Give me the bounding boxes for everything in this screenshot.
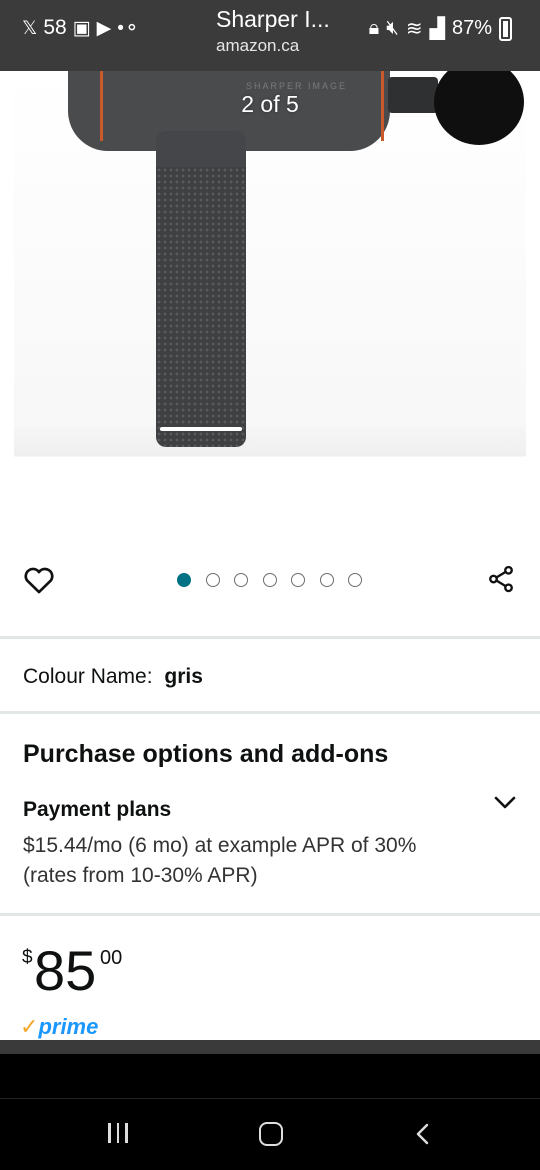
massage-gun-handle bbox=[156, 167, 246, 447]
image-counter: 2 of 5 bbox=[241, 91, 299, 117]
lock-icon: 🔒︎ bbox=[368, 17, 380, 39]
carousel-dot[interactable] bbox=[291, 573, 305, 587]
divider bbox=[0, 636, 540, 639]
heart-icon[interactable] bbox=[22, 563, 56, 597]
carousel-dot[interactable] bbox=[348, 573, 362, 587]
status-left: 𝕏 58 ▣ ▶ •⚬ bbox=[22, 16, 140, 40]
gallery-controls bbox=[0, 561, 540, 605]
wifi-icon: ≋ bbox=[405, 18, 423, 40]
colour-value: gris bbox=[164, 665, 203, 688]
payment-plans-description: $15.44/mo (6 mo) at example APR of 30% (… bbox=[23, 834, 417, 887]
carousel-dot[interactable] bbox=[319, 573, 334, 587]
carousel-dot[interactable] bbox=[234, 573, 248, 587]
price-symbol: $ bbox=[22, 947, 33, 968]
product-image[interactable]: SHARPER IMAGE 2 of 5 bbox=[0, 71, 540, 531]
status-title-block[interactable]: Sharper I... amazon.ca bbox=[216, 6, 330, 56]
price-whole: 85 bbox=[34, 939, 97, 1002]
carousel-dot[interactable] bbox=[177, 573, 191, 587]
signal-icon: ▟ bbox=[429, 18, 445, 40]
home-icon[interactable] bbox=[259, 1122, 283, 1146]
colour-selector[interactable]: Colour Name: gris bbox=[23, 665, 203, 689]
back-icon[interactable] bbox=[414, 1122, 432, 1146]
recents-icon[interactable] bbox=[108, 1123, 134, 1148]
divider bbox=[0, 711, 540, 714]
prime-badge: ✓prime bbox=[20, 1014, 98, 1040]
carousel-dot[interactable] bbox=[262, 573, 277, 587]
prime-text: prime bbox=[38, 1014, 99, 1039]
payment-plans-title[interactable]: Payment plans bbox=[23, 798, 171, 822]
price-fraction: 00 bbox=[100, 947, 123, 969]
divider bbox=[0, 913, 540, 916]
mute-icon: 🔇︎ bbox=[386, 17, 399, 39]
photo-icon: ▣ bbox=[72, 17, 91, 39]
share-icon[interactable] bbox=[486, 563, 516, 595]
massage-gun-base-light bbox=[160, 427, 242, 431]
purchase-options-title: Purchase options and add-ons bbox=[23, 740, 389, 768]
gun-brand-text: SHARPER IMAGE bbox=[246, 81, 348, 91]
carousel-dot[interactable] bbox=[205, 573, 220, 587]
status-time: 58 bbox=[43, 16, 67, 39]
status-right: 🔒︎ 🔇︎ ≋ ▟ 87% bbox=[369, 16, 512, 41]
app-title: Sharper I... bbox=[216, 6, 330, 32]
app-url: amazon.ca bbox=[216, 36, 300, 55]
chevron-down-icon[interactable] bbox=[492, 793, 518, 813]
android-nav-bar bbox=[0, 1098, 540, 1170]
status-bar: 𝕏 58 ▣ ▶ •⚬ Sharper I... amazon.ca 🔒︎ 🔇︎… bbox=[0, 0, 540, 71]
product-page: SHARPER IMAGE 2 of 5 Colour Name: gris P… bbox=[0, 71, 540, 1040]
dots-icon: •⚬ bbox=[117, 17, 140, 39]
bottom-strip bbox=[0, 1040, 540, 1054]
battery-level: 87% bbox=[451, 17, 492, 39]
battery-icon bbox=[499, 16, 512, 41]
image-floor bbox=[14, 426, 526, 456]
prime-check-icon: ✓ bbox=[20, 1014, 39, 1039]
colour-label: Colour Name: bbox=[23, 665, 153, 688]
x-app-icon: 𝕏 bbox=[22, 17, 38, 39]
carousel-dots[interactable] bbox=[177, 573, 362, 587]
youtube-icon: ▶ bbox=[96, 17, 112, 39]
